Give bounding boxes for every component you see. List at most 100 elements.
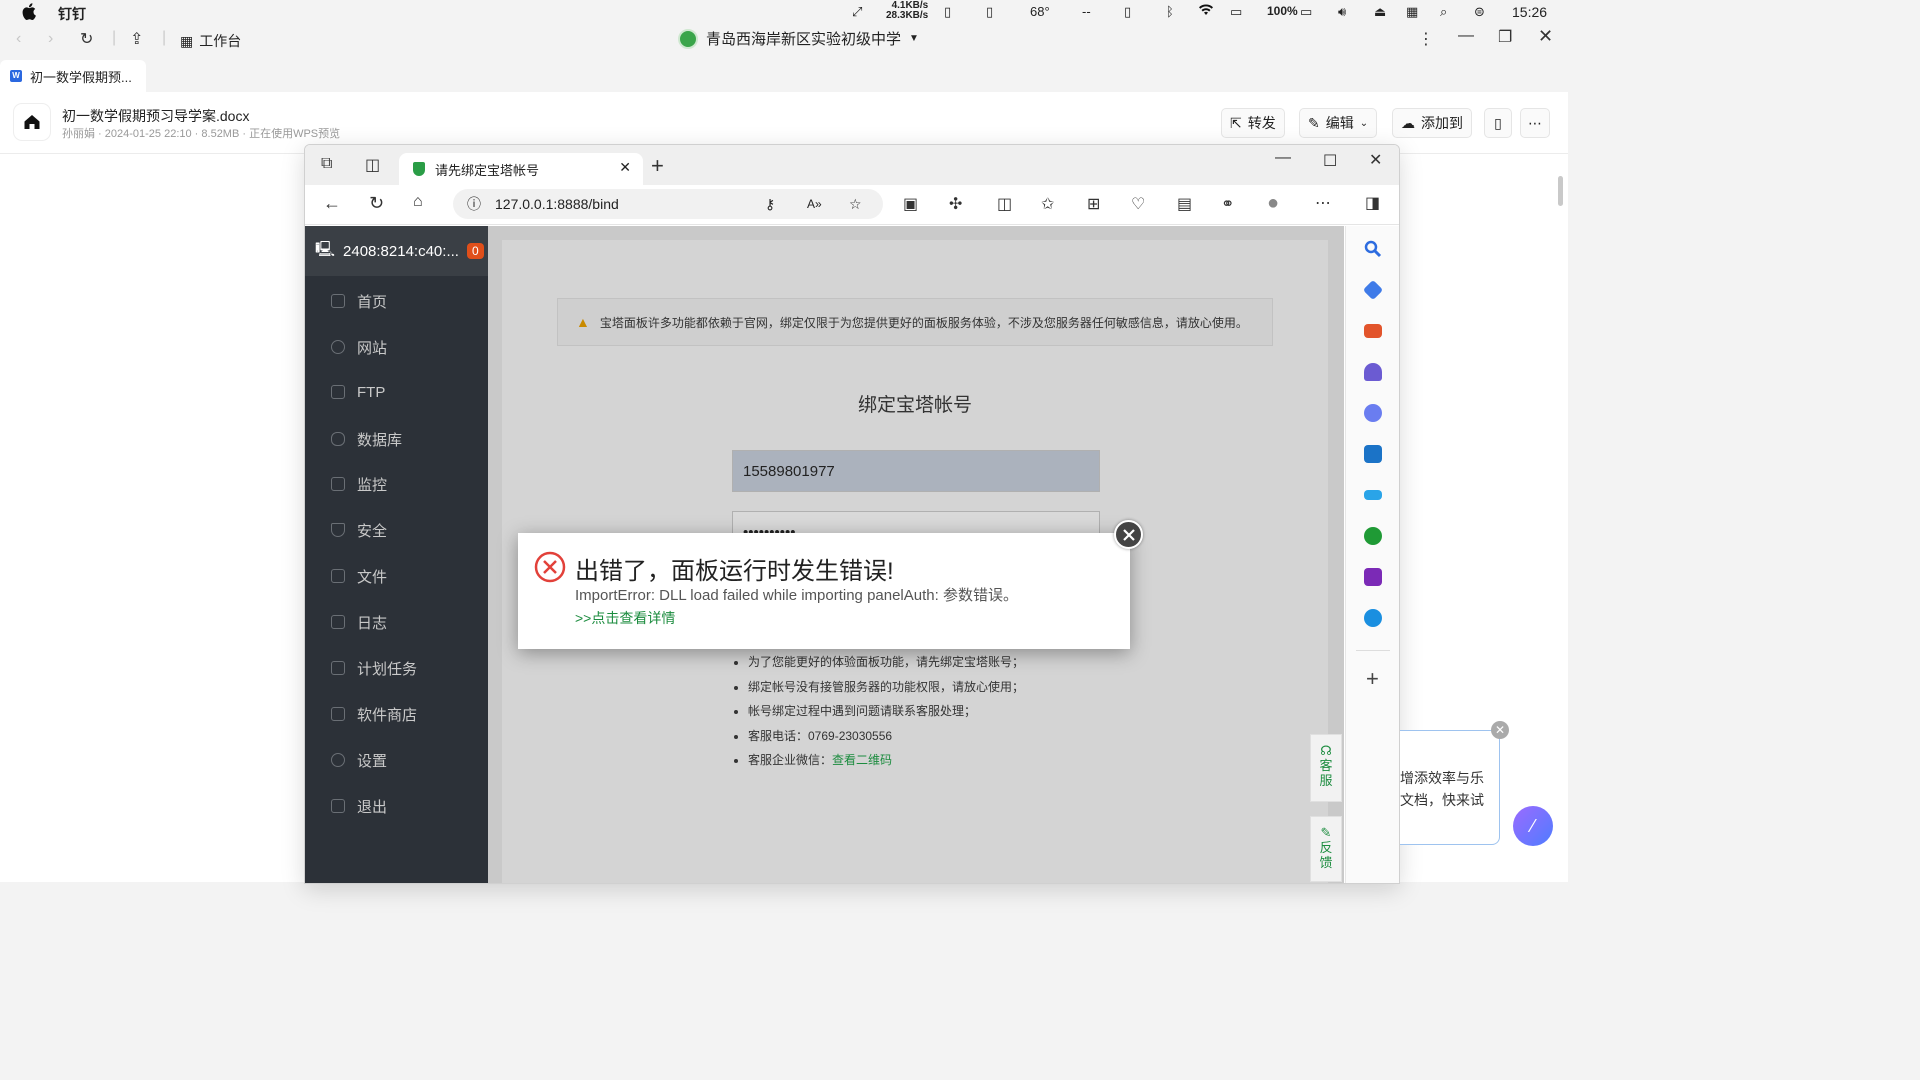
apple-icon[interactable] [22, 3, 36, 20]
outlook-icon[interactable] [1364, 445, 1382, 463]
browser-tab-bind[interactable]: 请先绑定宝塔帐号 ✕ [399, 153, 643, 185]
promo-popup[interactable]: 增添效率与乐 文档，快来试 [1400, 730, 1500, 845]
url-field[interactable]: ⓘ 127.0.0.1:8888/bind ⚷ A» ☆ [453, 189, 883, 219]
feedback-tab[interactable]: ✎ 反馈 [1310, 816, 1342, 882]
extension-icon[interactable]: ▣ [903, 194, 918, 214]
display-icon[interactable]: ▭ [1230, 4, 1242, 20]
send-icon[interactable] [1364, 490, 1382, 500]
nav-item-logout[interactable]: 退出 [305, 787, 488, 825]
tab-document[interactable]: W 初一数学假期预... [0, 60, 146, 92]
skype-icon[interactable] [1364, 609, 1382, 627]
forward-icon[interactable]: › [48, 30, 53, 48]
back-arrow-icon[interactable]: ← [323, 193, 341, 214]
add-icon[interactable]: + [1366, 666, 1379, 692]
phone-icon[interactable]: ▯ [944, 4, 951, 20]
customer-service-tab[interactable]: ☊ 客服 [1310, 734, 1342, 802]
promo-close-button[interactable]: ✕ [1491, 721, 1509, 739]
input-method-icon[interactable]: ▦ [1406, 4, 1418, 20]
nav-item-settings[interactable]: 设置 [305, 741, 488, 779]
more-vertical-icon[interactable]: ⋮ [1418, 29, 1434, 49]
tab-close-icon[interactable]: ✕ [619, 159, 631, 176]
microsoft-365-icon[interactable] [1364, 404, 1382, 422]
org-logo [678, 28, 698, 49]
nav-item-security[interactable]: 安全 [305, 511, 488, 549]
ai-assistant-button[interactable]: ⁄ [1513, 806, 1553, 846]
org-switcher[interactable]: 青岛西海岸新区实验初级中学 ▼ [678, 28, 919, 49]
share-out-icon[interactable]: ⇪ [130, 29, 143, 49]
forward-button[interactable]: ⇱ 转发 [1221, 108, 1285, 138]
onenote-icon[interactable] [1364, 568, 1382, 586]
new-tab-icon[interactable]: + [651, 153, 664, 179]
collections-icon[interactable]: ⊞ [1087, 194, 1100, 214]
device-icon[interactable]: ▯ [1124, 4, 1131, 20]
search-icon[interactable] [1364, 240, 1382, 258]
read-aloud-icon[interactable]: A» [807, 197, 822, 211]
nav-item-monitor[interactable]: 监控 [305, 465, 488, 503]
clock[interactable]: 15:26 [1512, 4, 1547, 20]
split-screen-icon[interactable]: ◫ [997, 194, 1012, 214]
puzzle-icon[interactable]: ✣ [949, 194, 962, 214]
home-button[interactable] [14, 104, 50, 140]
close-icon[interactable]: ✕ [1369, 150, 1382, 170]
spotlight-search-icon[interactable]: ⌕ [1440, 4, 1447, 20]
copilot-icon[interactable]: ⚭ [1221, 194, 1234, 214]
sidebar-toggle-icon[interactable]: ◨ [1365, 193, 1380, 213]
dash-indicator[interactable]: -- [1082, 4, 1091, 19]
server-ip[interactable]: 🖳 2408:8214:c40:... 0 [305, 226, 488, 276]
nav-item-website[interactable]: 网站 [305, 328, 488, 366]
more-button[interactable]: ⋯ [1520, 108, 1550, 138]
network-speed[interactable]: 4.1KB/s 28.3KB/s [886, 1, 928, 21]
close-icon[interactable]: ✕ [1538, 26, 1553, 47]
favorites-icon[interactable]: ✩ [1041, 194, 1054, 214]
tools-icon[interactable] [1364, 324, 1382, 338]
nav-item-ftp[interactable]: FTP [305, 373, 488, 411]
view-qrcode-link[interactable]: 查看二维码 [832, 753, 892, 767]
nav-item-home[interactable]: 首页 [305, 282, 488, 320]
satellite-icon[interactable]: ⤢ [852, 4, 862, 20]
battery-icon[interactable]: ▭ [1300, 4, 1312, 20]
nav-item-logs[interactable]: 日志 [305, 603, 488, 641]
profile-avatar-icon[interactable]: ● [1267, 192, 1279, 215]
nav-label: 首页 [357, 293, 388, 311]
maximize-icon[interactable]: ☐ [1323, 151, 1337, 171]
scrollbar-thumb[interactable] [1558, 176, 1563, 206]
refresh-icon[interactable]: ↻ [369, 193, 384, 214]
performance-icon[interactable]: ♡ [1131, 194, 1145, 214]
nav-item-cron[interactable]: 计划任务 [305, 649, 488, 687]
games-icon[interactable] [1364, 363, 1382, 381]
modal-close-button[interactable] [1114, 520, 1143, 549]
key-icon[interactable]: ⚷ [765, 196, 775, 213]
battery-percent[interactable]: 100% [1267, 4, 1298, 18]
favorite-star-icon[interactable]: ☆ [849, 196, 862, 213]
phone-input[interactable]: 15589801977 [732, 450, 1100, 492]
sidebar-apps-icon[interactable]: ▤ [1177, 194, 1192, 214]
eject-icon[interactable]: ⏏ [1374, 4, 1386, 20]
tree-icon[interactable] [1364, 527, 1382, 545]
wifi-icon[interactable] [1198, 4, 1214, 16]
add-to-button[interactable]: ☁ 添加到 [1392, 108, 1472, 138]
document-icon-button[interactable]: ▯ [1484, 108, 1512, 138]
volume-icon[interactable]: 🔊︎ [1338, 4, 1346, 20]
vertical-tabs-icon[interactable]: ◫ [365, 155, 380, 175]
restore-icon[interactable]: ❐ [1498, 27, 1512, 47]
back-icon[interactable]: ‹ [16, 30, 21, 48]
settings-more-icon[interactable]: ⋯ [1315, 193, 1331, 213]
minimize-icon[interactable]: — [1275, 149, 1291, 167]
view-details-link[interactable]: >>点击查看详情 [575, 608, 675, 628]
edit-button[interactable]: ✎ 编辑 ⌄ [1299, 108, 1378, 138]
home-icon[interactable]: ⌂ [413, 193, 423, 211]
temperature[interactable]: 68° [1030, 4, 1050, 19]
phone-status-icon[interactable]: ▯ [986, 4, 993, 20]
nav-item-files[interactable]: 文件 [305, 557, 488, 595]
bluetooth-icon[interactable]: ᛒ [1166, 4, 1174, 19]
refresh-icon[interactable]: ↻ [80, 29, 93, 49]
nav-label: 日志 [357, 614, 388, 632]
minimize-icon[interactable]: — [1458, 27, 1474, 45]
nav-item-store[interactable]: 软件商店 [305, 695, 488, 733]
control-center-icon[interactable]: ⊜ [1474, 4, 1485, 20]
nav-item-database[interactable]: 数据库 [305, 420, 488, 458]
shopping-tag-icon[interactable] [1362, 279, 1384, 301]
workspace-button[interactable]: ▦ 工作台 [180, 31, 241, 51]
workspaces-icon[interactable]: ⧉ [321, 155, 332, 173]
app-name[interactable]: 钉钉 [58, 4, 86, 24]
